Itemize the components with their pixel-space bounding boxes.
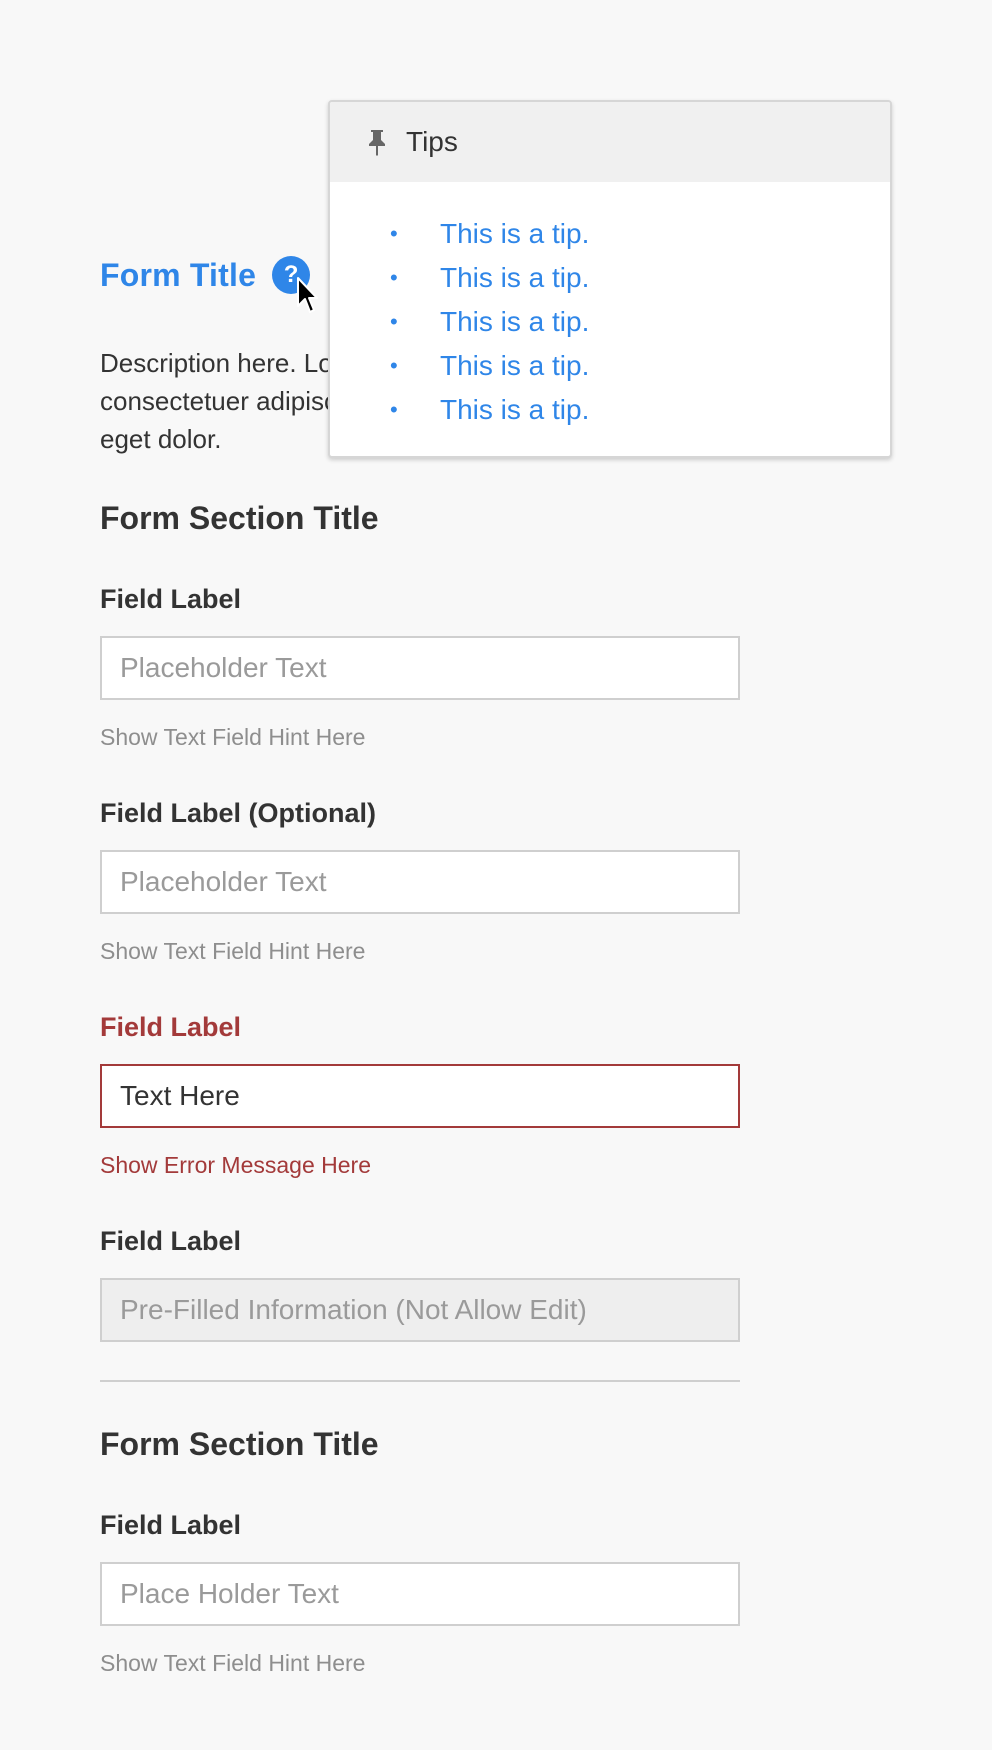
field-label: Field Label — [100, 1510, 242, 1540]
form-title: Form Title — [100, 256, 257, 293]
section-title: Form Section Title — [100, 1426, 379, 1462]
tip-item: • This is a tip. — [330, 256, 890, 300]
text-field[interactable] — [100, 636, 740, 700]
tip-item: • This is a tip. — [330, 300, 890, 344]
field-hint: Show Text Field Hint Here — [100, 724, 366, 750]
tip-item: • This is a tip. — [330, 344, 890, 388]
mouse-cursor-icon — [297, 277, 318, 313]
tip-item: • This is a tip. — [330, 212, 890, 256]
field-label: Field Label — [100, 584, 242, 614]
bullet-icon: • — [390, 353, 398, 378]
text-field[interactable] — [100, 1562, 740, 1626]
bullet-icon: • — [390, 265, 398, 290]
tip-link[interactable]: This is a tip. — [440, 306, 589, 338]
tips-popover: Tips • This is a tip. • This is a tip. •… — [328, 100, 892, 458]
error-message: Show Error Message Here — [100, 1152, 371, 1178]
error-field-label: Field Label — [100, 1012, 242, 1042]
pin-icon — [369, 130, 385, 156]
disabled-text-field — [100, 1278, 740, 1342]
tip-link[interactable]: This is a tip. — [440, 394, 589, 426]
optional-text-field[interactable] — [100, 850, 740, 914]
tip-link[interactable]: This is a tip. — [440, 218, 589, 250]
tips-list: • This is a tip. • This is a tip. • This… — [330, 182, 890, 432]
field-hint: Show Text Field Hint Here — [100, 938, 366, 964]
tip-link[interactable]: This is a tip. — [440, 350, 589, 382]
field-label-optional: Field Label (Optional) — [100, 798, 376, 828]
section-title: Form Section Title — [100, 500, 379, 536]
field-hint: Show Text Field Hint Here — [100, 1650, 366, 1676]
tips-header: Tips — [330, 102, 890, 182]
bullet-icon: • — [390, 221, 398, 246]
tips-title: Tips — [406, 126, 458, 157]
error-text-field[interactable] — [100, 1064, 740, 1128]
tip-link[interactable]: This is a tip. — [440, 262, 589, 294]
form-page: Form Title ? Description here. Lorem ips… — [0, 0, 992, 1750]
bullet-icon: • — [390, 309, 398, 334]
field-label: Field Label — [100, 1226, 242, 1256]
section-divider — [100, 1380, 740, 1382]
form-title-row: Form Title ? — [100, 256, 311, 294]
bullet-icon: • — [390, 397, 398, 422]
tip-item: • This is a tip. — [330, 388, 890, 432]
